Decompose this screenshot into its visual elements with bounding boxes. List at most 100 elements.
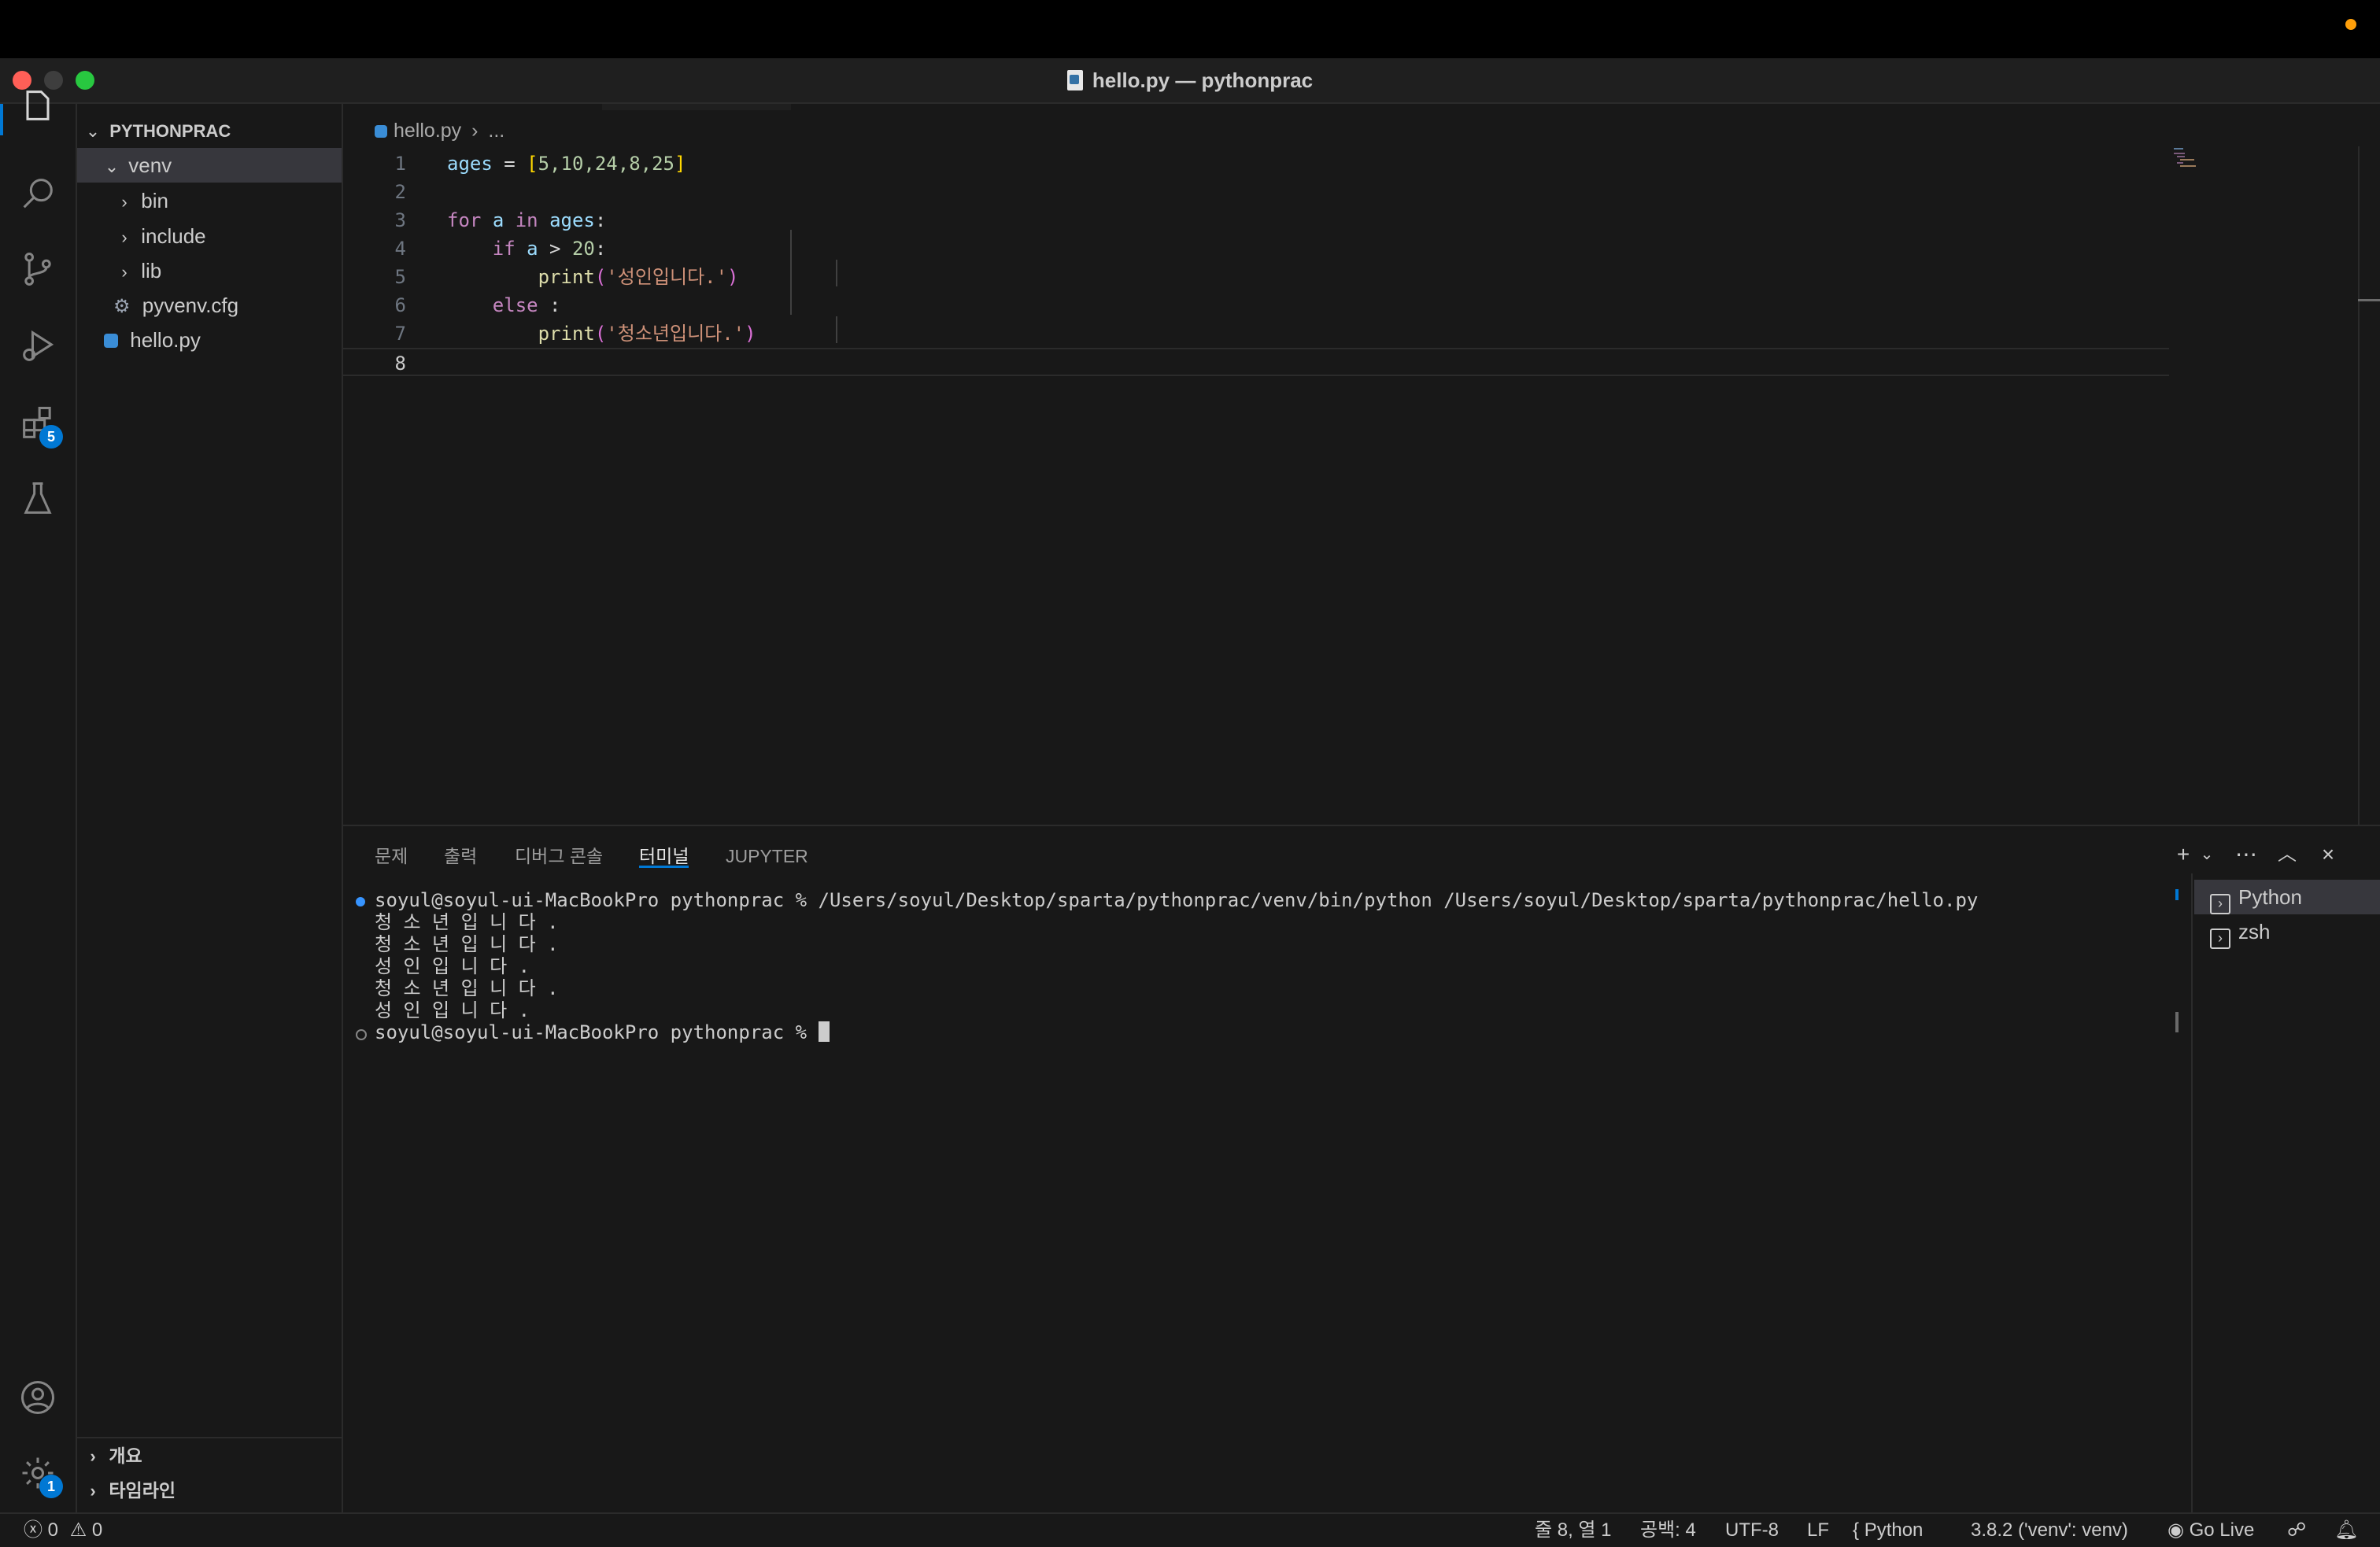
problems-status[interactable]: ⓧ 0 ⚠ 0 bbox=[24, 1514, 102, 1547]
code-token: ) bbox=[727, 266, 739, 288]
tree-item-label: venv bbox=[128, 153, 172, 177]
code-token: ( bbox=[594, 323, 607, 345]
settings-badge: 1 bbox=[39, 1475, 63, 1498]
outline-section[interactable]: › 개요 bbox=[77, 1437, 342, 1473]
code-token: ) bbox=[745, 323, 756, 345]
extensions-icon[interactable]: 5 bbox=[16, 401, 63, 449]
cursor-position-status[interactable]: 줄 8, 열 1 bbox=[1535, 1514, 1612, 1547]
breadcrumb-symbols[interactable]: ... bbox=[488, 120, 504, 142]
command-success-dot-icon bbox=[356, 897, 365, 906]
chevron-right-icon: › bbox=[121, 192, 128, 212]
code-token: [ bbox=[527, 153, 538, 175]
terminal-item-label: zsh bbox=[2238, 920, 2271, 943]
code-token: print bbox=[538, 266, 595, 288]
search-icon[interactable] bbox=[16, 172, 60, 216]
tree-item-pyvenv-cfg[interactable]: ⚙ pyvenv.cfg bbox=[77, 288, 342, 323]
code-line-current: 8 bbox=[343, 348, 2169, 376]
source-control-icon[interactable] bbox=[16, 247, 60, 291]
recording-indicator-icon bbox=[2345, 19, 2356, 30]
code-line: 7 print('청소년입니다.') bbox=[343, 319, 2169, 348]
explorer-section-header[interactable]: ⌄ PYTHONPRAC bbox=[77, 113, 342, 147]
terminal-line: 청 소 년 입 니 다 . bbox=[375, 933, 559, 955]
menu-bar bbox=[0, 0, 2380, 58]
close-panel-icon[interactable]: × bbox=[2312, 839, 2344, 870]
manage-gear-icon[interactable]: 1 bbox=[16, 1451, 63, 1498]
error-icon: ⓧ bbox=[24, 1519, 42, 1541]
terminal-prompt[interactable]: soyul@soyul-ui-MacBookPro pythonprac % bbox=[375, 1021, 830, 1043]
extensions-badge: 5 bbox=[39, 425, 63, 449]
more-actions-icon[interactable]: ⋯ bbox=[2230, 839, 2262, 870]
code-token: 20 bbox=[571, 238, 595, 260]
code-token: : bbox=[594, 238, 607, 260]
code-token: else bbox=[492, 294, 538, 316]
code-line: 6 else : bbox=[343, 291, 2169, 319]
editor-tab[interactable] bbox=[602, 104, 791, 110]
terminal-item-python[interactable]: › Python bbox=[2194, 880, 2380, 914]
terminal-item-label: Python bbox=[2238, 885, 2302, 909]
feedback-icon[interactable]: ☍ bbox=[2287, 1514, 2306, 1547]
line-number: 6 bbox=[394, 294, 406, 316]
python-file-icon bbox=[375, 125, 387, 138]
run-debug-icon[interactable] bbox=[16, 324, 60, 368]
code-token: : bbox=[594, 209, 607, 231]
settings-file-icon: ⚙ bbox=[113, 296, 131, 317]
tab-problems[interactable]: 문제 bbox=[375, 842, 408, 880]
title-bar: hello.py — pythonprac bbox=[0, 58, 2380, 104]
scrollbar-cursor-marker bbox=[2358, 299, 2380, 301]
encoding-status[interactable]: UTF-8 bbox=[1725, 1514, 1779, 1547]
timeline-section[interactable]: › 타임라인 bbox=[77, 1473, 342, 1508]
notifications-bell-icon[interactable]: 🔔︎ bbox=[2334, 1514, 2358, 1547]
status-bar: ⓧ 0 ⚠ 0 줄 8, 열 1 공백: 4 UTF-8 LF { Python… bbox=[0, 1512, 2380, 1547]
tab-jupyter[interactable]: JUPYTER bbox=[726, 842, 808, 880]
tree-item-hello-py[interactable]: hello.py bbox=[77, 323, 342, 357]
explorer-icon[interactable] bbox=[16, 83, 60, 127]
breadcrumb-file[interactable]: hello.py bbox=[394, 120, 461, 142]
code-token: in bbox=[515, 209, 538, 231]
editor-scrollbar[interactable] bbox=[2358, 146, 2360, 831]
code-token: print bbox=[538, 323, 595, 345]
tab-terminal[interactable]: 터미널 bbox=[639, 842, 689, 868]
line-number: 1 bbox=[394, 153, 406, 175]
testing-icon[interactable] bbox=[16, 477, 60, 521]
go-live-button[interactable]: ◉ Go Live bbox=[2168, 1514, 2254, 1547]
terminal-scrollbar[interactable] bbox=[2175, 1012, 2179, 1032]
bottom-panel: 문제 출력 디버그 콘솔 터미널 JUPYTER + ⌄ ⋯ ︿ × bbox=[343, 825, 2380, 1514]
line-number: 8 bbox=[394, 353, 406, 375]
prompt-text: soyul@soyul-ui-MacBookPro pythonprac % bbox=[375, 1021, 819, 1043]
account-icon[interactable] bbox=[16, 1375, 60, 1420]
window-title: hello.py — pythonprac bbox=[0, 58, 2380, 102]
code-token: if bbox=[492, 238, 516, 260]
code-line: 4 if a > 20: bbox=[343, 234, 2169, 263]
line-number: 3 bbox=[394, 209, 406, 231]
code-token: = bbox=[492, 153, 527, 175]
tree-item-lib[interactable]: › lib bbox=[77, 253, 342, 288]
error-count: 0 bbox=[47, 1519, 59, 1541]
eol-status[interactable]: LF bbox=[1807, 1514, 1829, 1547]
chevron-down-icon[interactable]: ⌄ bbox=[2191, 839, 2223, 870]
language-mode-status[interactable]: { Python bbox=[1853, 1514, 1923, 1547]
chevron-right-icon: › bbox=[90, 1446, 96, 1466]
tree-item-label: hello.py bbox=[130, 328, 201, 352]
code-line: 1 ages = [5,10,24,8,25] bbox=[343, 150, 2169, 178]
line-number: 5 bbox=[394, 266, 406, 288]
indentation-status[interactable]: 공백: 4 bbox=[1640, 1514, 1696, 1547]
timeline-section-label: 타임라인 bbox=[109, 1480, 176, 1501]
terminal-list: › Python › zsh bbox=[2191, 873, 2380, 1512]
terminal-item-zsh[interactable]: › zsh bbox=[2194, 914, 2380, 949]
maximize-panel-icon[interactable]: ︿ bbox=[2271, 839, 2303, 870]
code-token: '청소년입니다.' bbox=[606, 323, 745, 345]
warning-count: 0 bbox=[91, 1519, 103, 1541]
python-file-icon bbox=[104, 334, 118, 348]
terminal-line: 성 인 입 니 다 . bbox=[375, 999, 530, 1021]
interpreter-status[interactable]: 3.8.2 ('venv': venv) bbox=[1971, 1514, 2128, 1547]
chevron-right-icon: › bbox=[471, 120, 479, 142]
code-token: a bbox=[492, 209, 504, 231]
tree-item-include[interactable]: › include bbox=[77, 219, 342, 253]
tree-item-bin[interactable]: › bin bbox=[77, 183, 342, 218]
tab-debug-console[interactable]: 디버그 콘솔 bbox=[515, 842, 603, 880]
command-pending-dot-icon bbox=[356, 1029, 367, 1040]
chevron-right-icon: › bbox=[90, 1481, 96, 1501]
minimap[interactable] bbox=[2172, 146, 2219, 178]
tree-item-venv[interactable]: ⌄ venv bbox=[77, 148, 342, 183]
tab-output[interactable]: 출력 bbox=[444, 842, 477, 880]
